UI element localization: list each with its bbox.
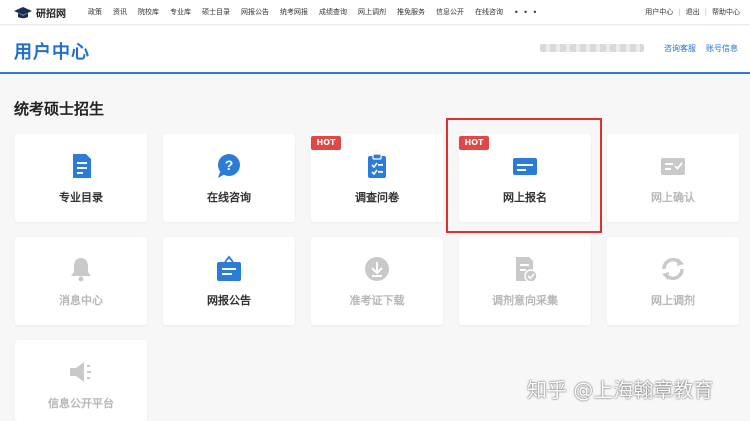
user-center-link[interactable]: 用户中心 (645, 6, 673, 19)
nav-item-online-consult[interactable]: 在线咨询 (475, 6, 503, 19)
card-major-catalog[interactable]: 专业目录 (15, 134, 147, 222)
customer-service-link[interactable]: 咨询客服 (664, 43, 696, 54)
card-label: 网上调剂 (651, 294, 695, 307)
svg-text:?: ? (225, 157, 234, 173)
card-adjustment-intention[interactable]: 调剂意向采集 (459, 237, 591, 325)
document-list-icon (73, 154, 91, 178)
hot-badge: HOT (311, 136, 341, 150)
card-online-adjustment[interactable]: 网上调剂 (607, 237, 739, 325)
id-confirm-icon (661, 158, 685, 175)
site-logo[interactable]: 研招网 (14, 5, 66, 20)
help-center-link[interactable]: 帮助中心 (712, 6, 740, 19)
clipboard-check-icon (368, 153, 386, 178)
card-label: 网上确认 (651, 191, 695, 204)
nav-more-button[interactable]: • • • (514, 6, 538, 19)
nav-item-online-registration[interactable]: 统考网报 (280, 6, 308, 19)
nav-item-major-library[interactable]: 专业库 (170, 6, 191, 19)
card-registration-notice[interactable]: 网报公告 (163, 237, 295, 325)
nav-item-info-public[interactable]: 信息公开 (436, 6, 464, 19)
card-label: 在线咨询 (207, 191, 251, 204)
graduation-cap-icon (14, 6, 32, 18)
briefcase-notice-icon (217, 255, 241, 281)
nav-item-score-query[interactable]: 成绩查询 (319, 6, 347, 19)
nav-item-recommendation[interactable]: 推免服务 (397, 6, 425, 19)
account-info-link[interactable]: 账号信息 (706, 43, 738, 54)
highlight-frame (446, 118, 602, 233)
speaker-icon (70, 362, 91, 382)
refresh-icon (662, 257, 684, 281)
card-label: 信息公开平台 (48, 397, 114, 410)
card-label: 调剂意向采集 (492, 294, 558, 307)
download-circle-icon (365, 257, 389, 281)
logout-link[interactable]: 退出 (686, 6, 700, 19)
top-nav-bar: 研招网 政策 资讯 院校库 专业库 硕士目录 网报公告 统考网报 成绩查询 网上… (0, 0, 750, 25)
chat-question-icon: ? (218, 154, 240, 178)
divider: | (678, 8, 681, 16)
nav-item-school-library[interactable]: 院校库 (138, 6, 159, 19)
card-online-consult[interactable]: ? 在线咨询 (163, 134, 295, 222)
card-label: 网报公告 (207, 294, 251, 307)
card-label: 准考证下载 (349, 294, 405, 307)
card-admission-ticket[interactable]: 准考证下载 (311, 237, 443, 325)
nav-item-announcement[interactable]: 网报公告 (241, 6, 269, 19)
nav-item-adjustment[interactable]: 网上调剂 (358, 6, 386, 19)
card-survey[interactable]: HOT 调查问卷 (311, 134, 443, 222)
main-nav: 政策 资讯 院校库 专业库 硕士目录 网报公告 统考网报 成绩查询 网上调剂 推… (88, 6, 549, 19)
bell-icon (71, 258, 91, 282)
user-links: 用户中心 | 退出 | 帮助中心 (645, 6, 740, 19)
header-links: 咨询客服 账号信息 (654, 43, 738, 54)
card-info-public-platform[interactable]: 信息公开平台 (15, 340, 147, 421)
card-online-confirm[interactable]: 网上确认 (607, 134, 739, 222)
card-label: 调查问卷 (355, 191, 399, 204)
blurred-username (540, 44, 644, 52)
document-check-icon (516, 257, 538, 283)
page-header: 用户中心 咨询客服 账号信息 (0, 26, 750, 74)
card-label: 专业目录 (59, 191, 103, 204)
section-title: 统考硕士招生 (14, 100, 105, 118)
page-title: 用户中心 (14, 42, 90, 63)
nav-item-policy[interactable]: 政策 (88, 6, 102, 19)
nav-item-news[interactable]: 资讯 (113, 6, 127, 19)
card-message-center[interactable]: 消息中心 (15, 237, 147, 325)
card-label: 消息中心 (59, 294, 103, 307)
logo-text: 研招网 (36, 9, 66, 20)
nav-item-master-catalog[interactable]: 硕士目录 (202, 6, 230, 19)
divider: | (704, 8, 707, 16)
watermark: 知乎 @上海翰章教育 (527, 378, 714, 402)
